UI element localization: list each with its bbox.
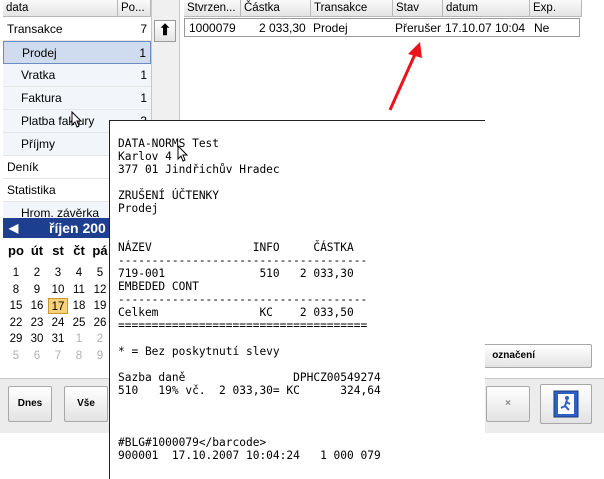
calendar-day[interactable]: 15 bbox=[6, 298, 26, 314]
table-row[interactable]: 1000079 2 033,30 Prodej Přerušer 17.10.0… bbox=[184, 18, 580, 37]
receipt-line: 510 19% vč. 2 033,30= KC 324,64 bbox=[118, 384, 381, 397]
receipt-line: EMBEDED CONT bbox=[118, 280, 199, 293]
calendar-day[interactable]: 17 bbox=[48, 298, 68, 314]
annotation-arrow-icon bbox=[388, 42, 422, 111]
calendar-day[interactable]: 16 bbox=[27, 298, 47, 314]
calendar-day[interactable]: 3 bbox=[48, 265, 68, 281]
tree-item-label: Příjmy bbox=[21, 137, 55, 151]
calendar-day[interactable]: 30 bbox=[27, 331, 47, 347]
calendar-day[interactable]: 18 bbox=[69, 298, 89, 314]
cell-date: 17.10.07 10:04 bbox=[445, 21, 526, 35]
calendar-day[interactable]: 2 bbox=[90, 331, 110, 347]
receipt-line: NÁZEV INFO ČÁSTKA bbox=[118, 241, 354, 254]
calendar-day[interactable]: 24 bbox=[48, 315, 68, 331]
today-button[interactable]: Dnes bbox=[8, 386, 52, 422]
table-header-stvrzenka[interactable]: Stvrzen... bbox=[184, 0, 241, 17]
tree-item-label: Vratka bbox=[21, 68, 56, 82]
tree-item-label: Platba faktury bbox=[21, 114, 95, 128]
calendar-day[interactable]: 1 bbox=[6, 265, 26, 281]
receipt-line: ------------------------------------- bbox=[118, 254, 368, 267]
receipt-line: Prodej bbox=[118, 202, 159, 215]
cell-transaction: Prodej bbox=[313, 21, 348, 35]
calendar-day[interactable]: 25 bbox=[69, 315, 89, 331]
tree-item[interactable]: Transakce 7 bbox=[3, 18, 151, 41]
calendar-day[interactable]: 9 bbox=[90, 348, 110, 364]
calendar-day[interactable]: 2 bbox=[27, 265, 47, 281]
cell-amount: 2 033,30 bbox=[259, 21, 306, 35]
move-up-button[interactable]: ⬆ bbox=[154, 20, 176, 42]
left-col-header-count[interactable]: Po... bbox=[118, 0, 151, 17]
calendar-day[interactable]: 10 bbox=[48, 282, 68, 298]
receipt-line: ------------------------------------- bbox=[118, 293, 368, 306]
exit-button[interactable] bbox=[540, 384, 592, 424]
table-header-castka[interactable]: Částka bbox=[241, 0, 311, 17]
calendar-day[interactable]: 26 bbox=[90, 315, 110, 331]
table-header-exp[interactable]: Exp. bbox=[530, 0, 582, 17]
tree-item-label: Transakce bbox=[7, 22, 63, 36]
cell-status: Přerušer bbox=[395, 21, 442, 35]
calendar-day[interactable]: 11 bbox=[69, 282, 89, 298]
all-button[interactable]: Vše bbox=[64, 386, 108, 422]
tree-item[interactable]: Faktura 1 bbox=[3, 87, 151, 110]
calendar-day[interactable]: 9 bbox=[27, 282, 47, 298]
calendar-weekday: pá bbox=[92, 243, 108, 258]
calendar-day[interactable]: 7 bbox=[48, 348, 68, 364]
calendar-day[interactable]: 8 bbox=[69, 348, 89, 364]
receipt-line: DATA-NORMS Test bbox=[118, 137, 220, 150]
calendar-day[interactable]: 31 bbox=[48, 331, 68, 347]
tree-item-label: Prodej bbox=[22, 46, 57, 60]
receipt-line: Sazba daně DPHCZ00549274 bbox=[118, 371, 381, 384]
tree-item[interactable]: Vratka 1 bbox=[3, 64, 151, 87]
cell-receipt-number: 1000079 bbox=[189, 21, 236, 35]
calendar-day[interactable]: 19 bbox=[90, 298, 110, 314]
calendar-header: ◀ říjen 200 bbox=[3, 218, 115, 238]
calendar-weekday: út bbox=[30, 243, 44, 258]
calendar-day[interactable]: 5 bbox=[6, 348, 26, 364]
exit-door-icon bbox=[553, 390, 579, 418]
previous-month-icon[interactable]: ◀ bbox=[9, 218, 18, 238]
mouse-cursor-icon bbox=[177, 145, 189, 162]
receipt-line: Celkem KC 2 033,50 bbox=[118, 306, 354, 319]
tree-item-label: Statistika bbox=[7, 183, 56, 197]
calendar-day[interactable]: 5 bbox=[90, 265, 110, 281]
mouse-cursor-icon bbox=[71, 111, 83, 128]
calendar-weekday: po bbox=[8, 243, 24, 258]
receipt-line: ===================================== bbox=[118, 319, 368, 332]
arrow-up-icon: ⬆ bbox=[158, 22, 172, 39]
tree-item-count: 1 bbox=[140, 68, 147, 82]
receipt-line: 719-001 510 2 033,30 bbox=[118, 267, 354, 280]
table-header-stav[interactable]: Stav bbox=[393, 0, 443, 17]
tree-item-count: 1 bbox=[139, 46, 146, 60]
calendar-day[interactable]: 6 bbox=[27, 348, 47, 364]
close-button[interactable]: × bbox=[486, 386, 530, 422]
cell-exported: Ne bbox=[534, 21, 550, 35]
tree-item-label: Faktura bbox=[21, 91, 62, 105]
tree-item-label: Deník bbox=[7, 160, 39, 174]
calendar-day[interactable]: 4 bbox=[69, 265, 89, 281]
receipt-line: 377 01 Jindřichův Hradec bbox=[118, 163, 280, 176]
calendar-weekday: čt bbox=[73, 243, 85, 258]
tree-item-count: 1 bbox=[140, 91, 147, 105]
receipt-line: ZRUŠENÍ ÚČTENKY bbox=[118, 189, 220, 202]
receipt-line: 900001 17.10.2007 10:04:24 1 000 079 bbox=[118, 449, 381, 462]
left-col-header-data[interactable]: data bbox=[3, 0, 118, 17]
calendar-day[interactable]: 1 bbox=[69, 331, 89, 347]
table-header-transakce[interactable]: Transakce bbox=[311, 0, 393, 17]
table-header-datum[interactable]: datum bbox=[443, 0, 530, 17]
tree-item[interactable]: Prodej 1 bbox=[3, 41, 151, 64]
receipt-preview: DATA-NORMS Test Karlov 4 377 01 Jindřichův… bbox=[109, 120, 485, 479]
calendar-day[interactable]: 12 bbox=[90, 282, 110, 298]
calendar-day[interactable]: 23 bbox=[27, 315, 47, 331]
calendar-month-label: říjen 200 bbox=[49, 220, 106, 236]
receipt-line: #BLG#1000079</barcode> bbox=[118, 436, 267, 449]
calendar-day[interactable]: 22 bbox=[6, 315, 26, 331]
marking-button[interactable]: označení bbox=[468, 344, 592, 368]
calendar-day[interactable]: 29 bbox=[6, 331, 26, 347]
calendar-day[interactable]: 8 bbox=[6, 282, 26, 298]
tree-item-count: 7 bbox=[140, 22, 147, 36]
receipt-line: Karlov 4 bbox=[118, 150, 172, 163]
calendar-weekday: st bbox=[52, 243, 64, 258]
receipt-line: * = Bez poskytnutí slevy bbox=[118, 345, 280, 358]
